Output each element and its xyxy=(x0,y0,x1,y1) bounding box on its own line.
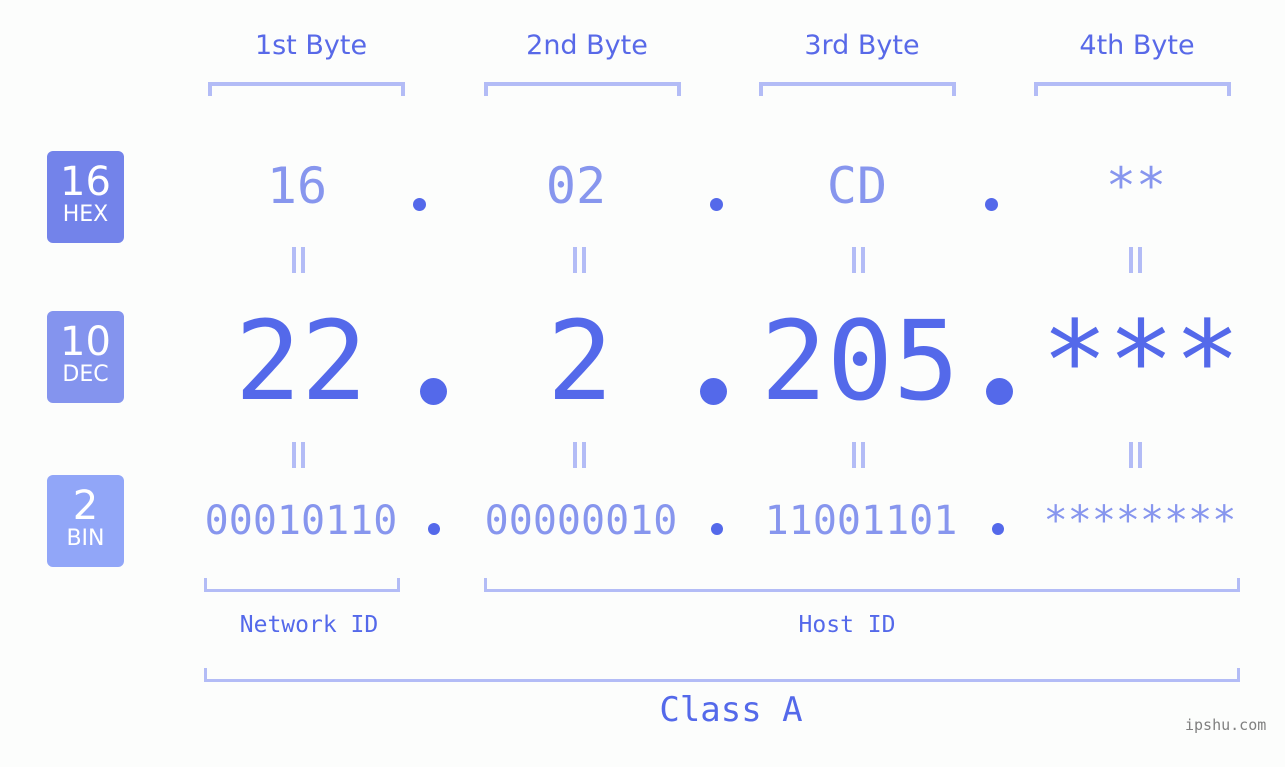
byte-header-3: 3rd Byte xyxy=(804,30,920,61)
hex-value-1: 16 xyxy=(266,157,328,215)
dec-badge-label: DEC xyxy=(62,362,109,387)
bin-badge-number: 2 xyxy=(72,483,99,529)
equals-icon xyxy=(850,247,866,273)
equals-icon xyxy=(290,247,306,273)
hex-separator-3 xyxy=(985,198,998,211)
hex-badge-label: HEX xyxy=(62,202,109,227)
host-id-bracket xyxy=(484,578,1240,592)
byte-bracket-1 xyxy=(208,82,405,96)
bin-value-2: 00000010 xyxy=(484,498,678,544)
equals-icon xyxy=(290,442,306,468)
dec-separator-2 xyxy=(700,378,727,405)
network-id-label: Network ID xyxy=(239,612,379,638)
bin-badge: 2 BIN xyxy=(47,475,124,567)
hex-value-2: 02 xyxy=(545,157,607,215)
class-bracket xyxy=(204,668,1240,682)
class-label: Class A xyxy=(659,690,803,730)
dec-badge: 10 DEC xyxy=(47,311,124,403)
bin-separator-1 xyxy=(428,523,440,535)
byte-bracket-2 xyxy=(484,82,681,96)
dec-value-2: 2 xyxy=(546,297,614,425)
byte-header-2: 2nd Byte xyxy=(526,30,648,61)
equals-icon xyxy=(1127,442,1143,468)
hex-badge-number: 16 xyxy=(60,159,111,205)
bin-separator-2 xyxy=(711,523,723,535)
watermark: ipshu.com xyxy=(1185,716,1267,734)
dec-value-1: 22 xyxy=(234,297,368,425)
bin-value-4: ******** xyxy=(1043,498,1237,544)
network-id-bracket xyxy=(204,578,400,592)
hex-separator-1 xyxy=(413,198,426,211)
equals-icon xyxy=(571,442,587,468)
equals-icon xyxy=(1127,247,1143,273)
bin-value-3: 11001101 xyxy=(764,498,958,544)
hex-value-4: ** xyxy=(1105,157,1167,215)
byte-bracket-3 xyxy=(759,82,956,96)
bin-badge-label: BIN xyxy=(66,526,105,551)
byte-header-1: 1st Byte xyxy=(254,30,368,61)
equals-icon xyxy=(850,442,866,468)
host-id-label: Host ID xyxy=(798,612,896,638)
dec-value-4: *** xyxy=(1041,297,1241,425)
bin-separator-3 xyxy=(992,523,1004,535)
dec-separator-1 xyxy=(420,378,447,405)
hex-separator-2 xyxy=(710,198,723,211)
bin-value-1: 00010110 xyxy=(204,498,398,544)
dec-value-3: 205 xyxy=(760,297,960,425)
byte-bracket-4 xyxy=(1034,82,1231,96)
byte-header-4: 4th Byte xyxy=(1079,30,1195,61)
dec-badge-number: 10 xyxy=(60,319,111,365)
hex-value-3: CD xyxy=(826,157,888,215)
dec-separator-3 xyxy=(986,378,1013,405)
hex-badge: 16 HEX xyxy=(47,151,124,243)
equals-icon xyxy=(571,247,587,273)
